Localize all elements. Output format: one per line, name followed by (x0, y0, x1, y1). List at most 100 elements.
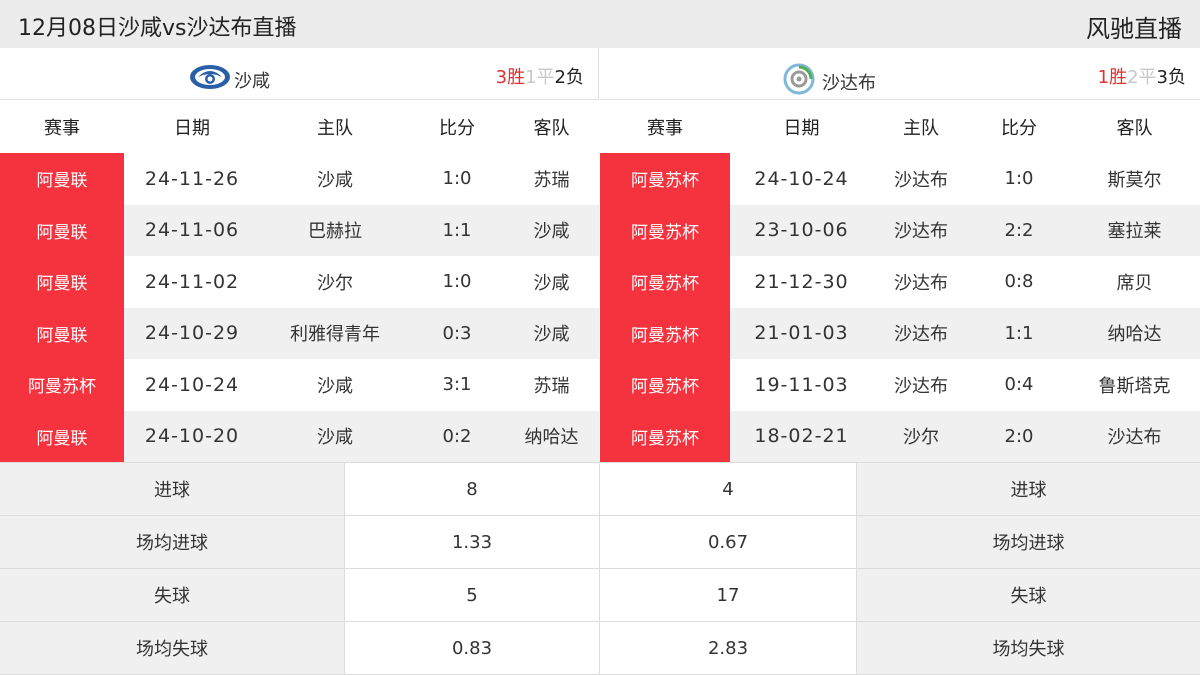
match-away-team: 苏瑞 (533, 169, 570, 191)
match-date: 24-10-24 (754, 167, 849, 190)
match-date: 24-10-24 (144, 373, 240, 396)
match-date: 24-10-29 (124, 307, 260, 359)
match-date: 21-01-03 (730, 307, 873, 359)
match-away-team: 沙咸 (504, 204, 599, 256)
table-row[interactable]: 阿曼联 24-11-26 沙咸 1:0 苏瑞 (0, 153, 599, 205)
competition-badge: 阿曼苏杯 (600, 153, 730, 205)
stat-label-away: 场均进球 (857, 516, 1200, 569)
match-score: 1:1 (410, 204, 504, 256)
away-team-header: 沙达布 1胜2平3负 (600, 48, 1200, 100)
match-score: 1:1 (969, 307, 1069, 359)
table-row[interactable]: 阿曼苏杯 23-10-06 沙达布 2:2 塞拉莱 (600, 204, 1200, 256)
match-away-team: 斯莫尔 (1107, 169, 1162, 191)
table-row[interactable]: 阿曼苏杯 21-12-30 沙达布 0:8 席贝 (600, 256, 1200, 308)
match-away-team: 纳哈达 (504, 410, 599, 462)
match-away-team: 塞拉莱 (1069, 204, 1200, 256)
match-date: 24-10-20 (124, 410, 260, 462)
home-team-record: 3胜1平2负 (496, 63, 584, 89)
column-header-home: 主队 (260, 101, 410, 153)
match-home-team: 沙达布 (873, 307, 969, 359)
match-score: 0:3 (410, 307, 504, 359)
table-row[interactable]: 阿曼联 24-11-06 巴赫拉 1:1 沙咸 (0, 204, 599, 256)
competition-badge: 阿曼苏杯 (600, 256, 730, 308)
match-home-team: 沙达布 (894, 169, 948, 191)
table-row[interactable]: 阿曼苏杯 24-10-24 沙达布 1:0 斯莫尔 (600, 153, 1200, 205)
page-header: 12月08日沙咸vs沙达布直播 风驰直播 (0, 0, 1200, 48)
match-date: 19-11-03 (754, 373, 849, 396)
table-row[interactable]: 阿曼苏杯 24-10-24 沙咸 3:1 苏瑞 (0, 359, 599, 411)
column-header-score: 比分 (969, 101, 1069, 153)
table-row[interactable]: 阿曼联 24-10-29 利雅得青年 0:3 沙咸 (0, 307, 599, 359)
column-header-date: 日期 (730, 101, 873, 153)
match-date: 24-11-02 (144, 270, 240, 293)
table-row[interactable]: 阿曼苏杯 18-02-21 沙尔 2:0 沙达布 (600, 410, 1200, 462)
match-score: 2:2 (969, 204, 1069, 256)
table-row[interactable]: 阿曼联 24-11-02 沙尔 1:0 沙咸 (0, 256, 599, 308)
stat-label-away: 进球 (857, 463, 1200, 516)
match-score: 1:0 (442, 271, 472, 293)
match-score: 3:1 (442, 374, 472, 396)
match-date: 24-11-06 (124, 204, 260, 256)
match-away-team: 纳哈达 (1069, 307, 1200, 359)
site-brand[interactable]: 风驰直播 (1086, 9, 1182, 44)
match-home-team: 利雅得青年 (260, 307, 410, 359)
column-header-home: 主队 (873, 101, 969, 153)
match-score: 0:2 (410, 410, 504, 462)
home-recent-matches-table: 赛事 日期 主队 比分 客队 阿曼联 24-11-26 沙咸 1:0 苏瑞 阿曼… (0, 101, 599, 462)
match-home-team: 沙咸 (260, 410, 410, 462)
competition-badge: 阿曼联 (0, 153, 124, 205)
home-team-name-group[interactable]: 沙咸 (188, 62, 270, 97)
stat-value-away: 2.83 (600, 622, 857, 675)
home-record-win: 3胜 (495, 67, 526, 88)
stat-label-home: 进球 (0, 463, 345, 516)
away-record-draw: 2平 (1127, 67, 1157, 88)
stat-row-conceded: 失球 5 17 失球 (0, 569, 1200, 622)
stat-value-away: 17 (600, 569, 857, 622)
away-team-name-group[interactable]: 沙达布 (778, 62, 876, 101)
match-date: 24-11-26 (144, 167, 240, 190)
competition-badge: 阿曼苏杯 (600, 307, 730, 359)
table-header-row: 赛事 日期 主队 比分 客队 (600, 101, 1200, 153)
away-record-win: 1胜 (1097, 67, 1128, 88)
match-home-team: 沙达布 (894, 375, 948, 397)
home-record-draw: 1平 (525, 67, 555, 88)
match-date: 21-12-30 (754, 270, 849, 293)
stat-label-away: 场均失球 (857, 622, 1200, 675)
match-away-team: 沙咸 (504, 307, 599, 359)
match-score: 2:0 (969, 410, 1069, 462)
table-row[interactable]: 阿曼苏杯 21-01-03 沙达布 1:1 纳哈达 (600, 307, 1200, 359)
away-team-name: 沙达布 (822, 72, 876, 94)
stat-value-home: 5 (345, 569, 600, 622)
column-header-away: 客队 (1069, 101, 1200, 153)
page-title: 12月08日沙咸vs沙达布直播 (18, 16, 297, 41)
match-home-team: 沙咸 (317, 375, 353, 397)
competition-badge: 阿曼苏杯 (600, 204, 730, 256)
away-team-logo-icon (778, 62, 820, 101)
match-date: 18-02-21 (730, 410, 873, 462)
stat-row-goals: 进球 8 4 进球 (0, 463, 1200, 516)
away-recent-matches-table: 赛事 日期 主队 比分 客队 阿曼苏杯 24-10-24 沙达布 1:0 斯莫尔… (600, 101, 1200, 462)
home-team-name: 沙咸 (234, 70, 270, 92)
away-team-record: 1胜2平3负 (1098, 63, 1186, 89)
stat-value-home: 8 (345, 463, 600, 516)
competition-badge: 阿曼苏杯 (600, 410, 730, 462)
table-row[interactable]: 阿曼苏杯 19-11-03 沙达布 0:4 鲁斯塔克 (600, 359, 1200, 411)
stat-label-away: 失球 (857, 569, 1200, 622)
match-home-team: 沙尔 (873, 410, 969, 462)
match-away-team: 席贝 (1116, 272, 1153, 294)
match-away-team: 沙咸 (533, 272, 570, 294)
column-header-away: 客队 (504, 101, 599, 153)
competition-badge: 阿曼联 (0, 204, 124, 256)
table-row[interactable]: 阿曼联 24-10-20 沙咸 0:2 纳哈达 (0, 410, 599, 462)
match-home-team: 沙达布 (894, 272, 948, 294)
stat-row-avg-goals: 场均进球 1.33 0.67 场均进球 (0, 516, 1200, 569)
competition-badge: 阿曼联 (0, 256, 124, 308)
match-home-team: 巴赫拉 (260, 204, 410, 256)
stat-value-away: 4 (600, 463, 857, 516)
competition-badge: 阿曼苏杯 (600, 359, 730, 411)
stat-value-away: 0.67 (600, 516, 857, 569)
home-team-header: 沙咸 3胜1平2负 (0, 48, 599, 100)
match-away-team: 苏瑞 (533, 375, 570, 397)
stat-value-home: 0.83 (345, 622, 600, 675)
home-record-lose: 2负 (554, 67, 584, 88)
